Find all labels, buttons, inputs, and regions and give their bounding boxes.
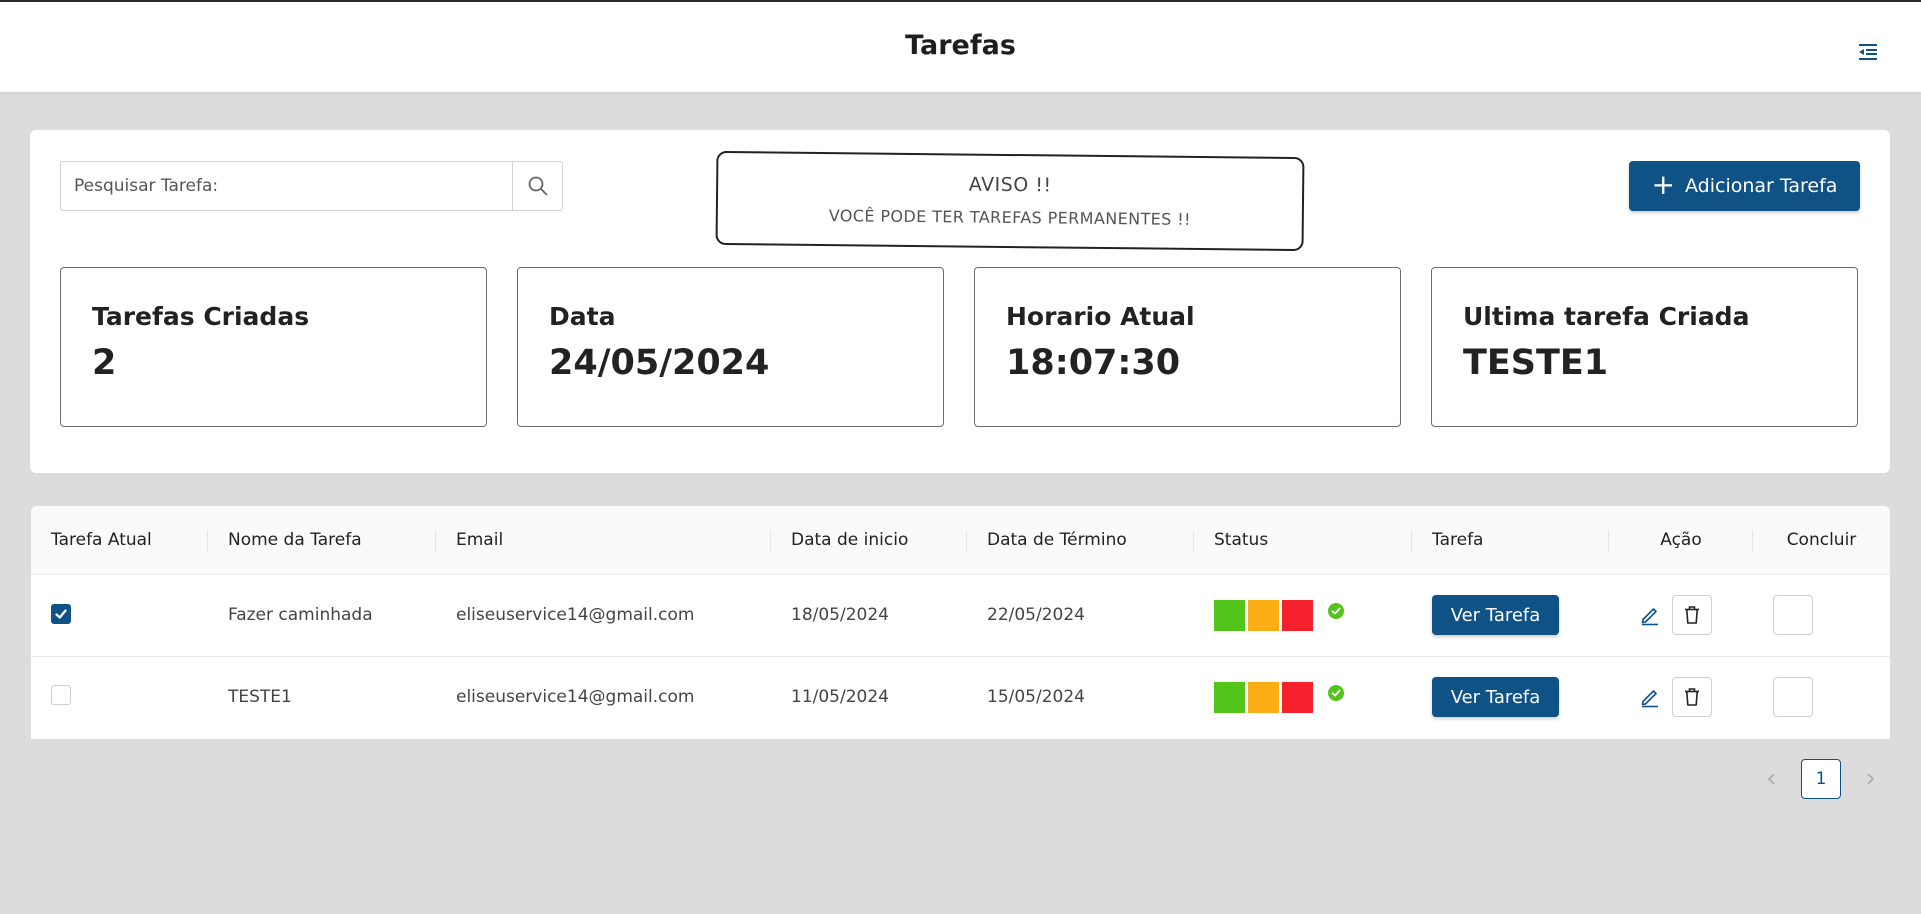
task-name: TESTE1 (228, 687, 292, 708)
status-orange[interactable] (1248, 599, 1279, 631)
table-header-row: Tarefa Atual Nome da Tarefa Email Data d… (31, 506, 1890, 574)
col-header-end: Data de Término (967, 506, 1194, 574)
collapse-menu-icon[interactable] (1857, 42, 1879, 62)
delete-button[interactable] (1672, 595, 1713, 635)
check-circle-icon (1328, 685, 1344, 702)
top-bar: Tarefas (0, 0, 1921, 92)
card-label: Ultima tarefa Criada (1463, 302, 1750, 331)
status-indicator (1214, 599, 1412, 631)
task-end-date: 15/05/2024 (987, 687, 1085, 708)
complete-task-checkbox[interactable] (1773, 677, 1813, 718)
table-row: TESTE1 eliseuservice14@gmail.com 11/05/2… (31, 656, 1890, 738)
col-header-current: Tarefa Atual (31, 506, 208, 574)
task-email: eliseuservice14@gmail.com (456, 605, 695, 625)
card-tasks-created: Tarefas Criadas 2 (60, 267, 487, 427)
col-header-status: Status (1194, 506, 1412, 574)
search-input[interactable] (61, 162, 512, 210)
pagination: 1 (1761, 759, 1881, 799)
card-value: 24/05/2024 (549, 343, 770, 383)
tasks-table: Tarefa Atual Nome da Tarefa Email Data d… (31, 506, 1890, 739)
status-indicator (1214, 681, 1412, 713)
card-value: 2 (92, 343, 117, 383)
card-date: Data 24/05/2024 (517, 267, 944, 427)
delete-button[interactable] (1672, 677, 1713, 718)
add-task-label: Adicionar Tarefa (1685, 175, 1838, 197)
search-box (60, 161, 563, 211)
trash-icon (1685, 606, 1700, 624)
task-start-date: 11/05/2024 (791, 687, 889, 708)
task-start-date: 18/05/2024 (791, 605, 889, 625)
card-label: Tarefas Criadas (92, 302, 310, 331)
card-value: 18:07:30 (1006, 343, 1181, 383)
col-header-task: Tarefa (1412, 506, 1609, 574)
notice-box: AVISO !! VOCÊ PODE TER TAREFAS PERMANENT… (715, 150, 1305, 252)
col-header-action: Ação (1609, 506, 1753, 574)
task-end-date: 22/05/2024 (987, 605, 1085, 625)
card-value: TESTE1 (1463, 343, 1609, 383)
status-green[interactable] (1214, 599, 1245, 631)
edit-icon[interactable] (1639, 686, 1661, 708)
card-label: Data (549, 302, 616, 331)
table-row: Fazer caminhada eliseuservice14@gmail.co… (31, 574, 1890, 656)
chevron-right-icon[interactable] (1859, 768, 1881, 790)
status-red[interactable] (1282, 681, 1313, 713)
check-circle-icon (1328, 603, 1344, 619)
page-number[interactable]: 1 (1801, 759, 1841, 799)
search-button[interactable] (512, 162, 562, 210)
search-icon (528, 176, 547, 196)
card-current-time: Horario Atual 18:07:30 (974, 267, 1401, 427)
col-header-name: Nome da Tarefa (208, 506, 436, 574)
plus-icon: + (1651, 167, 1676, 201)
current-task-checkbox[interactable] (51, 684, 71, 705)
card-label: Horario Atual (1006, 302, 1195, 331)
task-email: eliseuservice14@gmail.com (456, 687, 695, 708)
col-header-complete: Concluir (1786, 529, 1857, 550)
current-task-checkbox[interactable] (51, 604, 71, 624)
chevron-left-icon[interactable] (1761, 768, 1783, 790)
col-header-email: Email (436, 506, 771, 574)
check-icon (55, 609, 67, 619)
complete-task-checkbox[interactable] (1773, 595, 1813, 635)
view-task-button[interactable]: Ver Tarefa (1432, 595, 1559, 635)
page-title: Tarefas (905, 30, 1016, 61)
col-header-start: Data de inicio (771, 506, 967, 574)
view-task-button[interactable]: Ver Tarefa (1432, 677, 1559, 718)
task-name: Fazer caminhada (228, 605, 373, 625)
trash-icon (1685, 688, 1700, 707)
edit-icon[interactable] (1639, 604, 1661, 626)
notice-text: VOCÊ PODE TER TAREFAS PERMANENTES !! (828, 206, 1191, 229)
add-task-button[interactable]: + Adicionar Tarefa (1629, 161, 1860, 211)
summary-panel: AVISO !! VOCÊ PODE TER TAREFAS PERMANENT… (30, 130, 1890, 473)
card-last-task: Ultima tarefa Criada TESTE1 (1431, 267, 1858, 427)
status-green[interactable] (1214, 681, 1245, 713)
notice-title: AVISO !! (968, 173, 1052, 197)
status-red[interactable] (1282, 599, 1313, 631)
status-orange[interactable] (1248, 681, 1279, 713)
